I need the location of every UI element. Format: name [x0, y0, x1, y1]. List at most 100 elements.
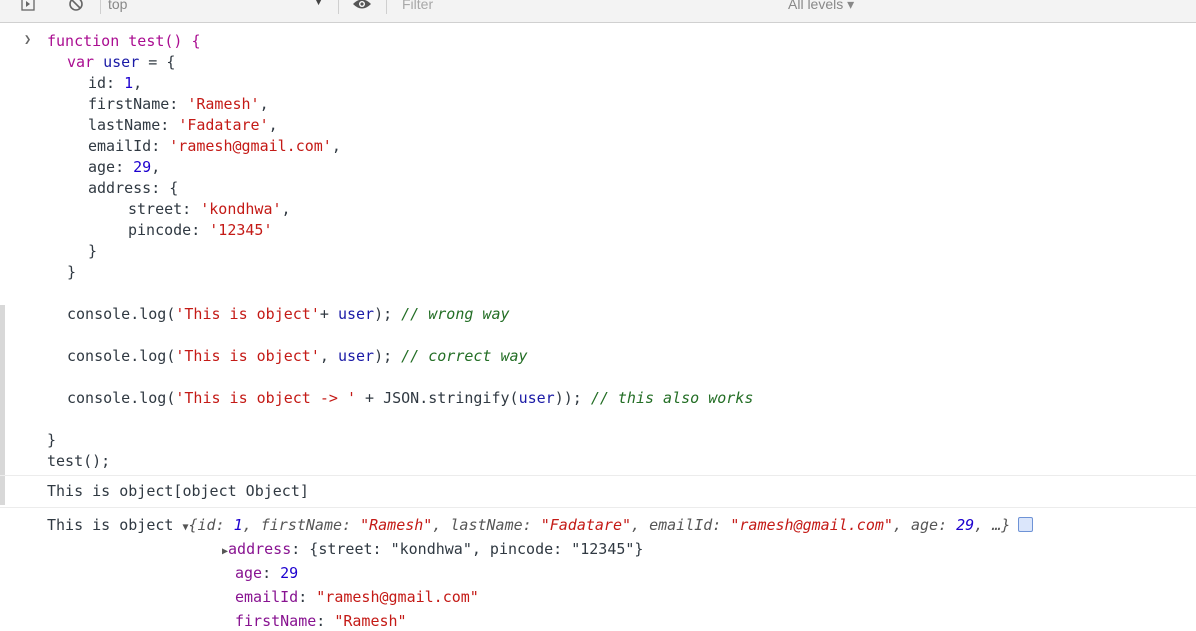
code-text: , [281, 200, 291, 218]
code-text: ); [374, 305, 402, 323]
code-line: } [47, 430, 56, 450]
log-message: This is object [47, 516, 183, 534]
code-text: , [133, 74, 143, 92]
code-key: address: { [88, 179, 179, 197]
prompt-chevron-icon: ❯ [24, 32, 32, 46]
code-text: )); [554, 389, 591, 407]
obj-key: , age: [892, 516, 957, 534]
toolbar-divider [100, 0, 101, 14]
obj-value: "ramesh@gmail.com" [730, 516, 893, 534]
code-text: console.log( [67, 347, 176, 365]
code-text: , [259, 95, 269, 113]
object-property-row[interactable]: ▶address: {street: "kondhwa", pincode: "… [222, 539, 643, 562]
context-label: top [108, 0, 128, 12]
code-key: pincode: [128, 221, 210, 239]
code-line: lastName: 'Fadatare', [88, 115, 278, 135]
prop-key: age [235, 564, 263, 582]
obj-value: "Ramesh" [360, 516, 433, 534]
log-message: This is object[object Object] [47, 482, 309, 500]
code-string: 'This is object' [175, 347, 320, 365]
code-number: 29 [133, 158, 152, 176]
code-line: pincode: '12345' [128, 220, 273, 240]
code-text: + [319, 305, 338, 323]
prop-value: : {street: "kondhwa", pincode: "12345"} [291, 540, 644, 558]
code-line: emailId: 'ramesh@gmail.com', [88, 136, 341, 156]
code-line: } [88, 241, 97, 261]
code-text: } [47, 431, 57, 449]
code-line: age: 29, [88, 157, 160, 177]
code-line: } [67, 262, 76, 282]
code-comment: // wrong way [401, 305, 510, 323]
obj-value: 1 [233, 516, 243, 534]
code-text: , [331, 137, 341, 155]
code-line: test(); [47, 451, 110, 471]
code-variable: user [337, 305, 375, 323]
code-string: '12345' [209, 221, 273, 239]
toolbar-divider [386, 0, 387, 14]
prop-value: "Ramesh" [334, 612, 407, 630]
live-expression-eye-icon[interactable] [352, 0, 372, 14]
code-text: } [88, 242, 98, 260]
code-string: 'kondhwa' [200, 200, 282, 218]
log-output-row: This is object[object Object] [47, 481, 309, 501]
code-line: console.log('This is object'+ user); // … [67, 304, 510, 324]
prop-key: firstName [235, 612, 317, 630]
toolbar-divider [338, 0, 339, 14]
log-levels-dropdown[interactable]: All levels ▾ [778, 0, 898, 16]
code-text: ); [374, 347, 402, 365]
prop-value: 29 [280, 564, 299, 582]
dropdown-arrow-icon: ▼ [313, 0, 324, 8]
filter-input[interactable] [398, 0, 772, 13]
prop-value: "ramesh@gmail.com" [316, 588, 479, 606]
code-string: 'Fadatare' [178, 116, 269, 134]
prop-key: emailId [235, 588, 299, 606]
code-line: function test() { [47, 31, 201, 51]
code-string: 'This is object -> ' [175, 389, 356, 407]
code-string: 'Ramesh' [187, 95, 260, 113]
sidebar-toggle-icon[interactable] [18, 0, 38, 14]
obj-key: , emailId: [631, 516, 731, 534]
code-key: lastName: [88, 116, 179, 134]
code-number: 1 [124, 74, 134, 92]
code-text: function test() { [47, 32, 201, 50]
code-line: var user = { [67, 52, 175, 72]
code-variable: user [337, 347, 375, 365]
obj-key: id: [197, 516, 234, 534]
info-icon[interactable] [1018, 517, 1034, 532]
code-text: , [268, 116, 278, 134]
code-text: console.log( [67, 305, 176, 323]
code-key: firstName: [88, 95, 188, 113]
obj-brace: , …} [974, 516, 1011, 534]
code-variable: user [103, 53, 140, 71]
code-text: } [67, 263, 77, 281]
object-property-row: emailId: "ramesh@gmail.com" [235, 588, 479, 606]
code-text: , [151, 158, 161, 176]
code-text: , [319, 347, 338, 365]
context-selector[interactable]: top ▼ [108, 0, 330, 14]
code-text: + JSON.stringify( [356, 389, 519, 407]
object-preview[interactable]: {id: 1, firstName: "Ramesh", lastName: "… [189, 516, 1011, 534]
log-levels-label: All levels ▾ [788, 0, 855, 12]
clear-console-icon[interactable] [66, 0, 86, 14]
console-toolbar: top ▼ All levels ▾ [0, 0, 1196, 23]
log-output-row: This is object ▼{id: 1, firstName: "Rame… [47, 515, 1034, 538]
code-text: = { [139, 53, 176, 71]
code-string: 'This is object' [175, 305, 320, 323]
code-text: console.log( [67, 389, 176, 407]
code-text: test(); [47, 452, 111, 470]
code-key: id: [88, 74, 125, 92]
object-property-row: firstName: "Ramesh" [235, 612, 407, 630]
row-divider [0, 507, 1196, 508]
code-line: firstName: 'Ramesh', [88, 94, 269, 114]
code-string: 'ramesh@gmail.com' [169, 137, 332, 155]
obj-brace: { [188, 516, 198, 534]
obj-value: 29 [956, 516, 975, 534]
obj-key: , lastName: [432, 516, 541, 534]
row-divider [0, 475, 1196, 476]
prop-key: address [228, 540, 292, 558]
object-property-row: age: 29 [235, 564, 299, 582]
code-line: street: 'kondhwa', [128, 199, 291, 219]
code-line: console.log('This is object -> ' + JSON.… [67, 388, 753, 408]
code-line: console.log('This is object', user); // … [67, 346, 528, 366]
code-line: id: 1, [88, 73, 142, 93]
